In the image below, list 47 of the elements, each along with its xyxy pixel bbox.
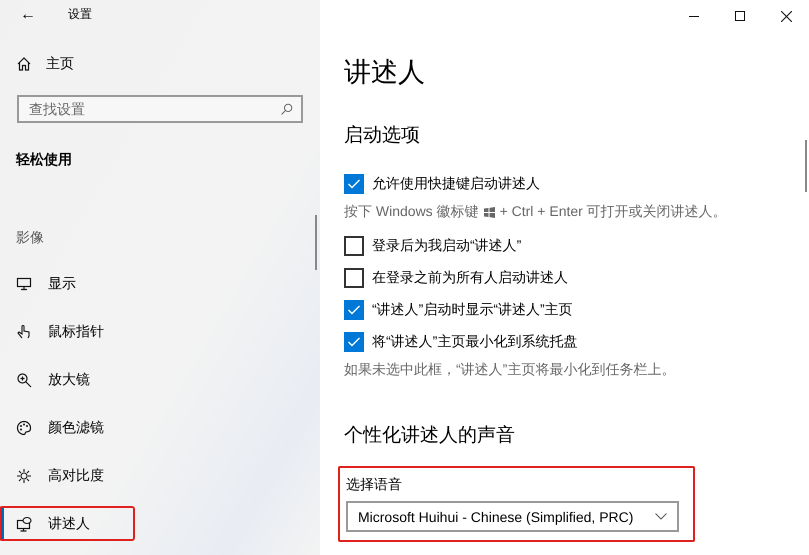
contrast-icon <box>16 468 32 484</box>
search-input[interactable]: 查找设置 <box>27 100 280 118</box>
close-icon <box>780 10 792 22</box>
hint-text: 按下 Windows 徽标键 <box>344 203 479 221</box>
sidebar-item[interactable]: 鼠标指针 <box>0 315 134 348</box>
sidebar-item[interactable]: 颜色滤镜 <box>0 411 134 444</box>
display-icon <box>16 276 32 292</box>
checkbox-option[interactable]: “讲述人”启动时显示“讲述人”主页 <box>344 294 809 326</box>
palette-icon <box>16 420 32 436</box>
page-title: 讲述人 <box>344 56 426 89</box>
home-link[interactable]: 主页 <box>46 55 74 74</box>
field-label: 选择语音 <box>346 475 403 494</box>
checkbox[interactable] <box>344 300 364 320</box>
checkbox[interactable] <box>344 332 364 352</box>
checkmark-icon <box>347 177 361 191</box>
category-title: 轻松使用 <box>16 151 72 169</box>
window-title: 设置 <box>68 6 92 24</box>
sidebar-item[interactable]: 讲述人 <box>0 507 134 540</box>
sidebar-item[interactable]: 高对比度 <box>0 459 134 492</box>
sidebar-item[interactable]: 放大镜 <box>0 363 134 396</box>
maximize-icon <box>735 11 745 21</box>
voice-dropdown[interactable]: Microsoft Huihui - Chinese (Simplified, PRC) <box>346 501 679 532</box>
checkbox-option[interactable]: 将“讲述人”主页最小化到系统托盘 <box>344 326 809 358</box>
checkbox-option[interactable]: 登录后为我启动“讲述人” <box>344 230 809 262</box>
checkbox-option[interactable]: 在登录之前为所有人启动讲述人 <box>344 262 809 294</box>
narrator-icon <box>16 516 32 532</box>
checkbox[interactable] <box>344 268 364 288</box>
hint-text: 如果未选中此框，“讲述人”主页将最小化到任务栏上。 <box>344 361 676 379</box>
checkmark-icon <box>347 303 361 317</box>
windows-logo-icon <box>484 206 495 218</box>
section-heading: 启动选项 <box>344 124 421 148</box>
sidebar-item[interactable]: 显示 <box>0 267 134 300</box>
search-field[interactable]: 查找设置 <box>17 95 303 123</box>
checkbox[interactable] <box>344 236 364 256</box>
hint-text: + Ctrl + Enter 可打开或关闭讲述人。 <box>500 203 727 221</box>
scrollbar-thumb[interactable] <box>315 215 317 270</box>
magnifier-icon <box>16 372 32 388</box>
checkmark-icon <box>347 335 361 349</box>
group-label: 影像 <box>16 229 44 247</box>
checkbox-option[interactable]: 允许使用快捷键启动讲述人 <box>344 168 809 200</box>
checkbox[interactable] <box>344 174 364 194</box>
search-icon <box>280 102 293 116</box>
home-icon <box>16 56 32 72</box>
back-button[interactable]: ← <box>16 6 40 24</box>
chevron-down-icon <box>655 513 667 520</box>
scrollbar-thumb[interactable] <box>805 140 807 192</box>
section-heading: 个性化讲述人的声音 <box>344 424 516 448</box>
